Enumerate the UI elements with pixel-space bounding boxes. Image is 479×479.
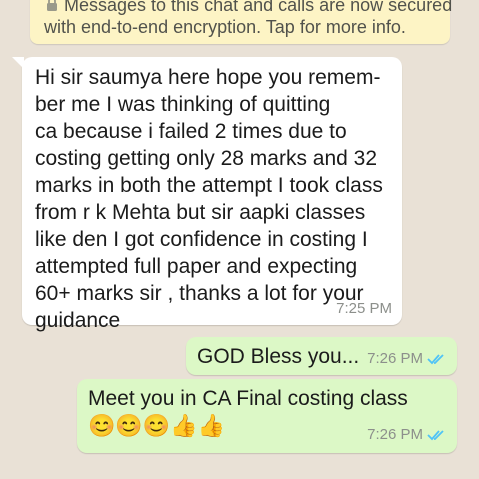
message-timestamp: 7:25 PM xyxy=(336,300,392,317)
incoming-message-bubble[interactable]: Hi sir saumya here hope you remem- ber m… xyxy=(12,57,402,332)
notice-line-2: with end-to-end encryption. Tap for more… xyxy=(44,17,406,37)
outgoing-message-bubble[interactable]: GOD Bless you... 7:26 PM xyxy=(186,337,457,375)
double-check-read-icon xyxy=(427,428,447,445)
encryption-notice[interactable]: Messages to this chat and calls are now … xyxy=(30,0,453,44)
message-text: Hi sir saumya here hope you remem- ber m… xyxy=(35,66,383,332)
message-time: 7:26 PM xyxy=(367,350,423,367)
message-text: Meet you in CA Final costing class xyxy=(88,387,408,410)
message-timestamp: 7:26 PM xyxy=(367,350,447,369)
notice-line-1: Messages to this chat and calls are now … xyxy=(64,0,453,15)
message-time: 7:26 PM xyxy=(367,426,423,443)
message-time: 7:25 PM xyxy=(336,300,392,317)
double-check-read-icon xyxy=(427,352,447,369)
outgoing-message-bubble[interactable]: Meet you in CA Final costing class 😊😊😊👍👍… xyxy=(77,379,457,453)
bubble-tail xyxy=(12,57,24,69)
message-timestamp: 7:26 PM xyxy=(367,426,447,445)
lock-icon xyxy=(44,0,60,11)
